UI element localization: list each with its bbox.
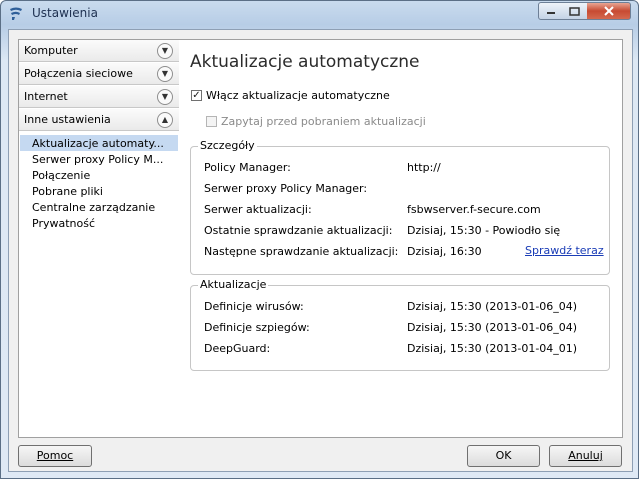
enable-auto-updates-label[interactable]: Włącz aktualizacje automatyczne: [206, 89, 390, 102]
close-button[interactable]: [587, 2, 631, 20]
category-label: Inne ustawienia: [24, 113, 111, 126]
category-label: Połączenia sieciowe: [24, 67, 133, 80]
update-key: Definicje wirusów:: [204, 300, 304, 313]
title-bar[interactable]: Ustawienia: [1, 1, 638, 25]
sidebar-item-downloads[interactable]: Pobrane pliki: [32, 185, 103, 198]
detail-value: Dzisiaj, 16:30: [407, 245, 482, 258]
cancel-button-label: Anuluj: [568, 449, 603, 462]
update-value: Dzisiaj, 15:30 (2013-01-06_04): [407, 321, 578, 334]
updates-group-title: Aktualizacje: [198, 278, 269, 291]
sidebar-item-auto-updates[interactable]: Aktualizacje automaty...: [32, 137, 164, 150]
dialog-body: Komputer ▼ Połączenia sieciowe ▼ Interne…: [8, 29, 633, 472]
detail-value: Dzisiaj, 15:30 - Powiodło się: [407, 224, 561, 237]
ok-button-label: OK: [495, 449, 512, 462]
sidebar-item-central-management[interactable]: Centralne zarządzanie: [32, 201, 155, 214]
check-now-link[interactable]: Sprawdź teraz: [525, 244, 604, 257]
chevron-down-icon[interactable]: ▼: [157, 89, 173, 105]
category-other-settings[interactable]: Inne ustawienia ▲: [19, 109, 179, 131]
detail-key: Następne sprawdzanie aktualizacji:: [204, 245, 399, 258]
category-label: Internet: [24, 90, 68, 103]
maximize-icon: [569, 6, 580, 16]
update-value: Dzisiaj, 15:30 (2013-01-04_01): [407, 342, 578, 355]
page-title: Aktualizacje automatyczne: [190, 52, 420, 72]
detail-key: Serwer aktualizacji:: [204, 203, 312, 216]
detail-key: Ostatnie sprawdzanie aktualizacji:: [204, 224, 393, 237]
maximize-button[interactable]: [562, 2, 588, 20]
enable-auto-updates-checkbox[interactable]: ✓: [191, 90, 202, 101]
ask-before-download-label[interactable]: Zapytaj przed pobraniem aktualizacji: [221, 115, 426, 128]
minimize-icon: [546, 12, 555, 14]
cancel-button[interactable]: Anuluj: [549, 445, 622, 467]
category-komputer[interactable]: Komputer ▼: [19, 40, 179, 62]
settings-navigation: Komputer ▼ Połączenia sieciowe ▼ Interne…: [18, 39, 180, 438]
detail-value: http://: [407, 161, 441, 174]
update-key: DeepGuard:: [204, 342, 271, 355]
details-group: Szczegóły Policy Manager: http:// Serwer…: [190, 139, 610, 275]
category-network[interactable]: Połączenia sieciowe ▼: [19, 63, 179, 85]
window-title: Ustawienia: [32, 6, 98, 20]
chevron-down-icon[interactable]: ▼: [157, 66, 173, 82]
category-internet[interactable]: Internet ▼: [19, 86, 179, 108]
detail-value: fsbwserver.f-secure.com: [407, 203, 541, 216]
chevron-up-icon[interactable]: ▲: [157, 112, 173, 128]
sidebar-item-privacy[interactable]: Prywatność: [32, 217, 95, 230]
sidebar-item-connection[interactable]: Połączenie: [32, 169, 90, 182]
category-label: Komputer: [24, 44, 78, 57]
ask-before-download-checkbox[interactable]: [206, 116, 217, 127]
help-button[interactable]: Pomoc: [18, 445, 92, 467]
settings-window: Ustawienia Komputer ▼ Połączenia sieciow…: [0, 0, 639, 479]
detail-key: Serwer proxy Policy Manager:: [204, 182, 368, 195]
details-group-title: Szczegóły: [198, 139, 257, 152]
updates-group: Aktualizacje Definicje wirusów: Dzisiaj,…: [190, 278, 610, 371]
update-key: Definicje szpiegów:: [204, 321, 310, 334]
minimize-button[interactable]: [538, 2, 563, 20]
detail-key: Policy Manager:: [204, 161, 291, 174]
sidebar-item-proxy[interactable]: Serwer proxy Policy M...: [32, 153, 163, 166]
ok-button[interactable]: OK: [467, 445, 540, 467]
f-secure-logo-icon: [10, 7, 22, 20]
settings-panel: Aktualizacje automatyczne ✓ Włącz aktual…: [179, 39, 623, 438]
chevron-down-icon[interactable]: ▼: [157, 43, 173, 59]
close-icon: [603, 6, 614, 16]
update-value: Dzisiaj, 15:30 (2013-01-06_04): [407, 300, 578, 313]
help-button-label: Pomoc: [36, 449, 74, 462]
